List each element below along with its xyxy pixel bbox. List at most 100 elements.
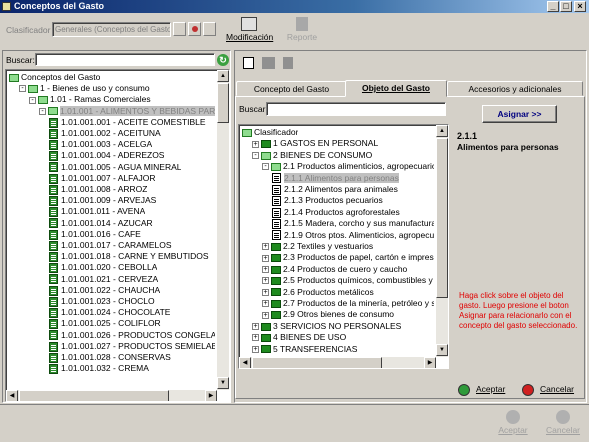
tree-row[interactable]: 2.1.5 Madera, corcho y sus manufacturas	[272, 218, 434, 229]
expand-icon[interactable]: +	[262, 243, 269, 251]
tree-row[interactable]: +2.3 Productos de papel, cartón e impres…	[262, 252, 434, 263]
scroll-up-icon[interactable]: ▲	[436, 125, 448, 137]
scroll-right-icon[interactable]: ▶	[205, 390, 217, 401]
edit-icon[interactable]	[262, 57, 275, 69]
tree-row[interactable]: +2.4 Productos de cuero y caucho	[262, 264, 407, 275]
clasificador-grid-button[interactable]	[203, 22, 216, 36]
expand-icon[interactable]: +	[252, 323, 259, 331]
tree-row[interactable]: 1.01.001.027 - PRODUCTOS SEMIELABOI	[49, 341, 215, 352]
tree-row[interactable]: 2.1.3 Productos pecuarios	[272, 195, 383, 207]
footer-aceptar-button[interactable]: Aceptar	[495, 408, 531, 440]
tree-row[interactable]: +4 BIENES DE USO	[252, 332, 346, 343]
tree-row[interactable]: +5 TRANSFERENCIAS	[252, 344, 357, 355]
tree-row[interactable]: 1.01.001.021 - CERVEZA	[49, 274, 158, 285]
delete-icon[interactable]	[283, 57, 293, 69]
left-tree-hscroll-thumb[interactable]	[19, 390, 169, 401]
expand-icon[interactable]: +	[262, 288, 269, 296]
scroll-up-icon[interactable]: ▲	[217, 70, 229, 82]
tree-row[interactable]: 1.01.001.003 - ACELGA	[49, 139, 152, 150]
tree-row[interactable]: +2.5 Productos químicos, combustibles y …	[262, 275, 434, 286]
tree-row[interactable]: +2.2 Textiles y vestuarios	[262, 241, 373, 252]
tree-row[interactable]: 1.01.001.014 - AZUCAR	[49, 218, 153, 229]
scroll-down-icon[interactable]: ▼	[436, 344, 448, 356]
right-tree-scroll-thumb[interactable]	[436, 138, 448, 298]
tree-row[interactable]: 1.01.001.017 - CARAMELOS	[49, 240, 172, 251]
right-tree-hscrollbar[interactable]: ◀ ▶	[239, 357, 436, 368]
left-tree-vscrollbar[interactable]: ▲ ▼	[217, 70, 229, 390]
tree-row[interactable]: - 2 BIENES DE CONSUMO	[252, 150, 372, 161]
clasificador-refresh-button[interactable]	[188, 22, 201, 36]
left-tree-hscrollbar[interactable]: ◀ ▶	[6, 390, 217, 401]
scroll-left-icon[interactable]: ◀	[239, 357, 251, 368]
expand-icon[interactable]: +	[262, 266, 269, 274]
clasificador-pick-button[interactable]	[173, 22, 186, 36]
tree-row[interactable]: Clasificador	[242, 127, 298, 138]
scroll-right-icon[interactable]: ▶	[424, 357, 436, 368]
tree-row[interactable]: 1.01.001.028 - CONSERVAS	[49, 352, 171, 363]
reporte-button[interactable]: Reporte	[284, 15, 320, 46]
tree-row[interactable]: +1 GASTOS EN PERSONAL	[252, 138, 378, 149]
collapse-icon[interactable]: -	[252, 152, 259, 160]
concepts-tree[interactable]: Conceptos del Gasto -1 - Bienes de uso y …	[5, 69, 230, 402]
expand-icon[interactable]: +	[262, 277, 269, 285]
tree-row[interactable]: 2.1.9 Otros ptos. Alimenticios, agropecu…	[272, 230, 434, 241]
tree-row[interactable]: +3 SERVICIOS NO PERSONALES	[252, 321, 401, 332]
tree-row[interactable]: +2.9 Otros bienes de consumo	[262, 309, 394, 320]
expand-icon[interactable]: +	[252, 345, 259, 353]
tree-row[interactable]: 1.01.001.005 - AGUA MINERAL	[49, 162, 181, 173]
right-tree-vscrollbar[interactable]: ▲ ▼	[436, 125, 448, 357]
left-search-input[interactable]	[35, 53, 215, 66]
tree-row[interactable]: 1.01.001.024 - CHOCOLATE	[49, 307, 170, 318]
tree-row[interactable]: 1.01.001.018 - CARNE Y EMBUTIDOS	[49, 251, 209, 262]
asignar-button[interactable]: Asignar >>	[482, 105, 557, 123]
left-tree-scroll-thumb[interactable]	[217, 83, 229, 123]
minimize-button[interactable]: _	[547, 1, 559, 12]
tab-accesorios-y-adicionales[interactable]: Accesorios y adicionales	[447, 81, 583, 96]
expand-icon[interactable]: +	[262, 254, 269, 262]
tree-row[interactable]: 1.01.001.007 - ALFAJOR	[49, 173, 156, 184]
collapse-icon[interactable]: -	[39, 107, 46, 115]
right-search-input[interactable]	[266, 102, 446, 116]
expand-icon[interactable]: +	[262, 311, 269, 319]
tree-row[interactable]: - 1.01 - Ramas Comerciales	[29, 94, 151, 105]
maximize-button[interactable]: □	[560, 1, 572, 12]
scroll-down-icon[interactable]: ▼	[217, 377, 229, 389]
tree-row[interactable]: 1.01.001.011 - AVENA	[49, 206, 145, 218]
expand-icon[interactable]: +	[252, 334, 259, 342]
tree-row[interactable]: 1.01.001.022 - CHAUCHA	[49, 285, 160, 296]
scroll-left-icon[interactable]: ◀	[6, 390, 18, 401]
tab-objeto-del-gasto[interactable]: Objeto del Gasto	[345, 80, 447, 97]
tree-row[interactable]: - 1 - Bienes de uso y consumo	[19, 83, 150, 94]
tree-row[interactable]: 2.1.1 Alimentos para personas	[272, 172, 399, 184]
tree-row[interactable]: - 2.1 Productos alimenticios, agropecuari…	[262, 161, 434, 172]
tree-row[interactable]: 1.01.001.008 - ARROZ	[49, 184, 147, 195]
tree-row[interactable]: 1.01.001.025 - COLIFLOR	[49, 318, 161, 330]
tree-row[interactable]: 1.01.001.032 - CREMA	[49, 363, 149, 374]
tree-row[interactable]: - 1.01.001 - ALIMENTOS Y BEBIDAS PARA PE	[39, 105, 215, 117]
tree-row[interactable]: +2.7 Productos de la minería, petróleo y…	[262, 298, 434, 309]
objetos-tree[interactable]: Clasificador +1 GASTOS EN PERSONAL -2 BIEN…	[238, 124, 449, 369]
tree-row[interactable]: 1.01.001.004 - ADEREZOS	[49, 150, 164, 162]
tree-row[interactable]: 1.01.001.026 - PRODUCTOS CONGELADO	[49, 330, 215, 341]
tree-row[interactable]: 2.1.2 Alimentos para animales	[272, 184, 398, 195]
tree-row[interactable]: +2.6 Productos metálicos	[262, 287, 374, 298]
tab-concepto-del-gasto[interactable]: Concepto del Gasto	[236, 81, 347, 96]
tree-row[interactable]: 2.1.4 Productos agroforestales	[272, 207, 400, 218]
close-button[interactable]: ×	[574, 1, 586, 12]
new-icon[interactable]	[241, 55, 257, 71]
footer-cancelar-button[interactable]: Cancelar	[543, 408, 583, 440]
tree-row[interactable]: 1.01.001.016 - CAFE	[49, 229, 141, 240]
left-search-go-icon[interactable]: ↻	[217, 54, 229, 66]
tree-row[interactable]: 1.01.001.009 - ARVEJAS	[49, 195, 156, 206]
tree-row[interactable]: Conceptos del Gasto	[9, 72, 100, 83]
expand-icon[interactable]: +	[252, 140, 259, 148]
collapse-icon[interactable]: -	[19, 85, 26, 93]
collapse-icon[interactable]: -	[29, 96, 36, 104]
inner-cancelar-button[interactable]: Cancelar	[522, 382, 584, 396]
right-tree-hscroll-thumb[interactable]	[252, 357, 382, 368]
tree-row[interactable]: 1.01.001.001 - ACEITE COMESTIBLE	[49, 117, 206, 128]
inner-aceptar-button[interactable]: Aceptar	[458, 382, 516, 396]
collapse-icon[interactable]: -	[262, 163, 269, 171]
modificacion-button[interactable]: Modificación	[226, 15, 273, 46]
expand-icon[interactable]: +	[262, 300, 269, 308]
